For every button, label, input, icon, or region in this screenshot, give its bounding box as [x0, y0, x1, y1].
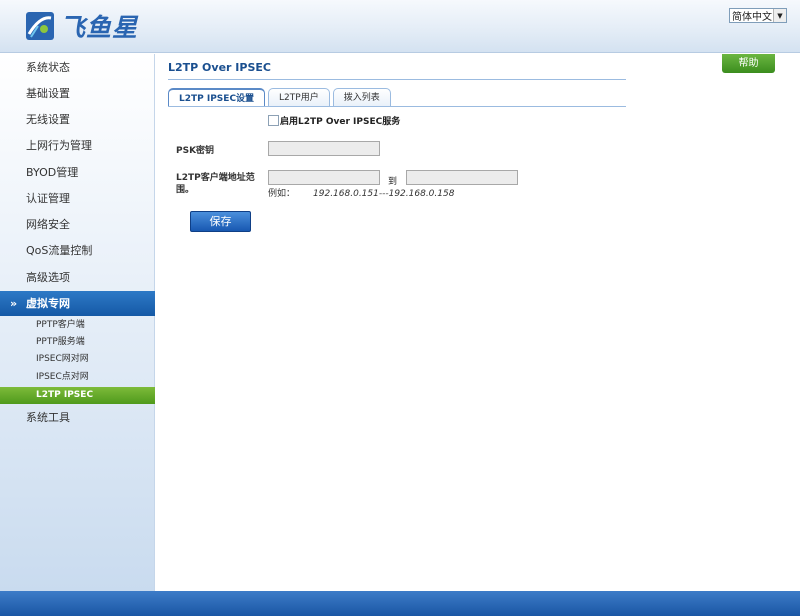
sidebar-item-qos[interactable]: QoS流量控制 — [0, 238, 155, 264]
enable-l2tp-checkbox[interactable] — [268, 115, 279, 126]
tab-bar: L2TP IPSEC设置 L2TP用户 拨入列表 — [168, 88, 394, 107]
title-divider — [168, 79, 626, 80]
language-value: 简体中文 — [732, 12, 772, 23]
brand-logo: 飞鱼星 — [26, 8, 138, 44]
sidebar-subitem-ipsec-point[interactable]: IPSEC点对网 — [0, 369, 155, 386]
sidebar: 系统状态 基础设置 无线设置 上网行为管理 BYOD管理 认证管理 网络安全 Q… — [0, 54, 155, 591]
tabs-divider — [168, 106, 626, 107]
tab-dial-in-list[interactable]: 拨入列表 — [332, 88, 391, 107]
sidebar-item-basic-settings[interactable]: 基础设置 — [0, 81, 155, 107]
sidebar-item-wireless[interactable]: 无线设置 — [0, 107, 155, 133]
example-value: 192.168.0.151---192.168.0.158 — [313, 189, 455, 199]
sidebar-subitem-l2tp-ipsec[interactable]: L2TP IPSEC — [0, 387, 155, 404]
sidebar-item-system-status[interactable]: 系统状态 — [0, 55, 155, 81]
sidebar-item-system-tools[interactable]: 系统工具 — [0, 405, 155, 431]
language-select[interactable]: 简体中文 ▼ — [729, 8, 787, 23]
example-prefix: 例如： — [268, 189, 296, 199]
page-title: L2TP Over IPSEC — [168, 61, 271, 74]
save-button[interactable]: 保存 — [190, 211, 251, 232]
sidebar-item-auth[interactable]: 认证管理 — [0, 186, 155, 212]
footer-bar — [0, 591, 800, 616]
range-end-input[interactable] — [406, 170, 518, 185]
enable-row: 启用L2TP Over IPSEC服务 — [268, 114, 400, 127]
sidebar-group-label: 虚拟专网 — [26, 297, 70, 310]
logo-icon — [26, 12, 54, 40]
main-panel: L2TP Over IPSEC 帮助 L2TP IPSEC设置 L2TP用户 拨… — [156, 54, 800, 591]
sidebar-item-advanced[interactable]: 高级选项 — [0, 265, 155, 291]
psk-label: PSK密钥 — [176, 146, 215, 156]
brand-name: 飞鱼星 — [60, 13, 139, 42]
header-bar: 飞鱼星 简体中文 ▼ — [0, 0, 800, 53]
tab-l2tp-users[interactable]: L2TP用户 — [268, 88, 330, 107]
sidebar-item-security[interactable]: 网络安全 — [0, 212, 155, 238]
sidebar-item-byod[interactable]: BYOD管理 — [0, 160, 155, 186]
enable-l2tp-label: 启用L2TP Over IPSEC服务 — [280, 117, 401, 127]
range-label: L2TP客户端地址范围。 — [176, 173, 255, 195]
chevron-down-icon[interactable]: ▼ — [773, 9, 786, 22]
range-start-input[interactable] — [268, 170, 380, 185]
sidebar-subitem-pptp-client[interactable]: PPTP客户端 — [0, 317, 155, 334]
double-chevron-down-icon: » — [10, 297, 18, 310]
tab-l2tp-ipsec-settings[interactable]: L2TP IPSEC设置 — [168, 88, 266, 107]
psk-input[interactable] — [268, 141, 380, 156]
range-example: 例如： 192.168.0.151---192.168.0.158 — [268, 186, 454, 199]
sidebar-group-vpn[interactable]: » 虚拟专网 — [0, 291, 155, 316]
sidebar-subitem-ipsec-net[interactable]: IPSEC网对网 — [0, 351, 155, 368]
sidebar-item-behavior[interactable]: 上网行为管理 — [0, 133, 155, 159]
sidebar-subitem-pptp-server[interactable]: PPTP服务端 — [0, 334, 155, 351]
help-button[interactable]: 帮助 — [722, 54, 775, 73]
